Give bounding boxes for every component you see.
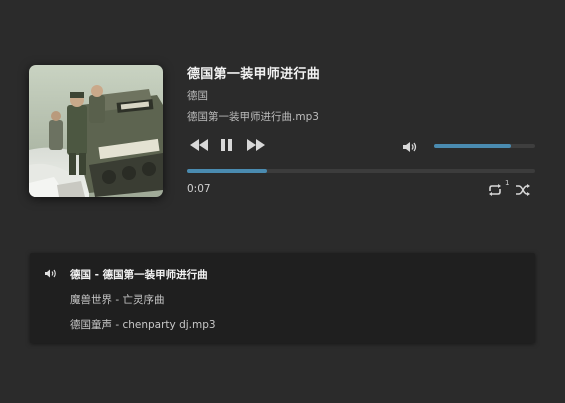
shuffle-button[interactable] bbox=[515, 182, 531, 196]
playlist-item-artist: 魔兽世界 bbox=[70, 294, 112, 306]
track-filename: 德国第一装甲师进行曲.mp3 bbox=[187, 111, 319, 123]
playlist-item-artist: 德国童声 bbox=[70, 319, 112, 331]
playlist-item-title: chenparty dj.mp3 bbox=[122, 319, 216, 331]
music-player: 德国第一装甲师进行曲 德国 德国第一装甲师进行曲.mp3 0:07 1 德国 -… bbox=[0, 0, 565, 403]
volume-slider[interactable] bbox=[434, 144, 535, 148]
playlist-item-title: 德国第一装甲师进行曲 bbox=[102, 269, 208, 281]
elapsed-time: 0:07 bbox=[187, 183, 211, 195]
playlist-item-artist: 德国 bbox=[70, 269, 91, 281]
shuffle-icon bbox=[516, 184, 530, 196]
skip-back-icon bbox=[190, 139, 208, 151]
pause-button[interactable] bbox=[220, 137, 234, 153]
repeat-icon bbox=[489, 184, 501, 196]
repeat-button[interactable] bbox=[487, 182, 503, 196]
mute-button[interactable] bbox=[402, 139, 418, 153]
track-artist: 德国 bbox=[187, 90, 208, 102]
playlist-item[interactable]: 魔兽世界 - 亡灵序曲 bbox=[70, 292, 164, 307]
playlist-item-current[interactable]: 德国 - 德国第一装甲师进行曲 bbox=[70, 267, 208, 282]
repeat-count: 1 bbox=[505, 179, 510, 187]
skip-forward-icon bbox=[247, 139, 265, 151]
album-cover bbox=[29, 65, 163, 197]
album-cover-image bbox=[29, 65, 163, 197]
track-title: 德国第一装甲师进行曲 bbox=[187, 67, 321, 82]
previous-button[interactable] bbox=[189, 137, 209, 153]
seek-bar[interactable] bbox=[187, 169, 535, 173]
seek-bar-progress bbox=[187, 169, 268, 173]
now-playing-speaker-icon bbox=[45, 269, 56, 278]
pause-icon bbox=[221, 139, 232, 151]
speaker-icon bbox=[403, 142, 417, 152]
playlist-item-title: 亡灵序曲 bbox=[122, 294, 165, 306]
next-button[interactable] bbox=[246, 137, 266, 153]
playlist-item-separator: - bbox=[91, 269, 103, 281]
volume-level bbox=[434, 144, 511, 148]
playlist-item-separator: - bbox=[112, 319, 123, 331]
playlist-item[interactable]: 德国童声 - chenparty dj.mp3 bbox=[70, 317, 216, 332]
playlist-item-separator: - bbox=[112, 294, 123, 306]
playlist: 德国 - 德国第一装甲师进行曲 魔兽世界 - 亡灵序曲 德国童声 - chenp… bbox=[30, 253, 535, 343]
